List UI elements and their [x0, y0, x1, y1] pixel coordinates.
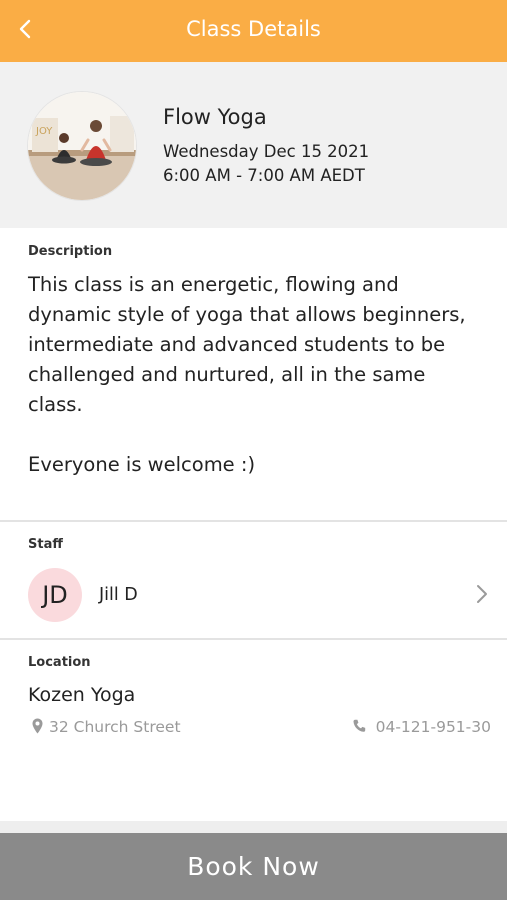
description-label: Description [28, 244, 113, 259]
chevron-right-icon [475, 582, 489, 606]
staff-label: Staff [28, 537, 63, 552]
footer-spacer [0, 821, 507, 833]
class-summary: JOY Flow Yoga Wednesday Dec 15 2021 6:00… [0, 62, 507, 228]
book-now-button[interactable]: Book Now [0, 833, 507, 900]
phone-icon [353, 719, 366, 737]
class-date: Wednesday Dec 15 2021 [163, 142, 370, 161]
avatar: JD [28, 568, 82, 622]
divider [0, 520, 507, 522]
class-time: 6:00 AM - 7:00 AM AEDT [163, 166, 365, 185]
page-title: Class Details [186, 17, 321, 41]
location-address: 32 Church Street [49, 718, 181, 736]
svg-text:JOY: JOY [35, 126, 53, 137]
staff-row[interactable]: JD Jill D [0, 560, 507, 630]
location-phone: 04-121-951-30 [375, 718, 491, 736]
location-phone-link[interactable]: 04-121-951-30 [353, 718, 491, 737]
description-text: This class is an energetic, flowing and … [28, 273, 466, 476]
location-name: Kozen Yoga [28, 684, 136, 706]
map-pin-icon [32, 718, 43, 738]
yoga-class-photo-image: JOY [28, 92, 136, 200]
location-label: Location [28, 655, 91, 670]
class-name: Flow Yoga [163, 105, 267, 129]
location-address-link[interactable]: 32 Church Street [32, 718, 181, 738]
app-header: Class Details [0, 0, 507, 62]
staff-name: Jill D [99, 585, 138, 605]
divider [0, 638, 507, 640]
class-photo: JOY [28, 92, 136, 200]
